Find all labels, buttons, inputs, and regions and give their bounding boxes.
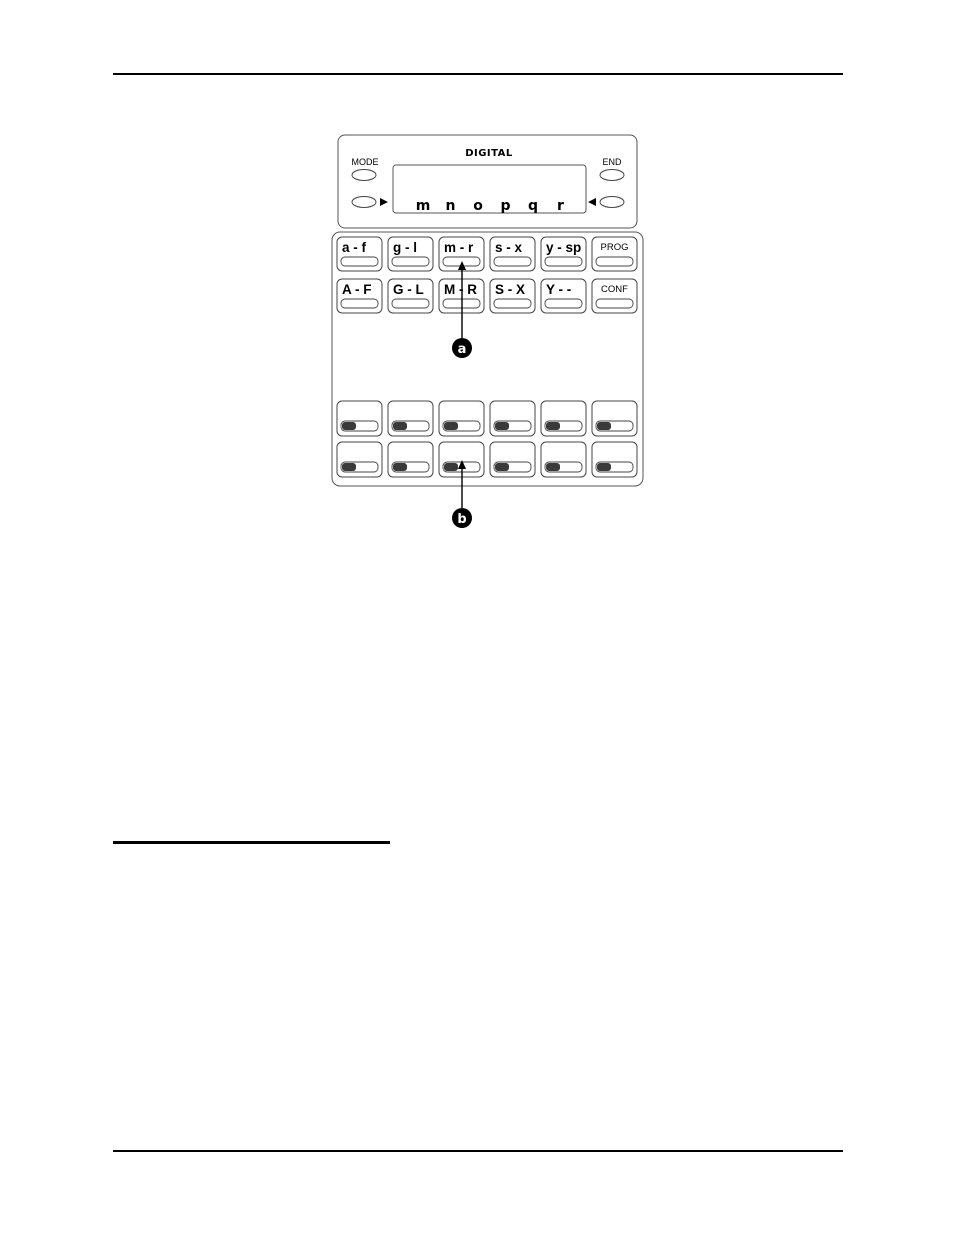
lamp-key[interactable] <box>591 400 638 437</box>
dial-key[interactable]: CONF <box>591 278 638 314</box>
key-label: G - L <box>393 282 424 297</box>
dial-key[interactable]: a - f <box>336 236 383 272</box>
lcd-char: m <box>416 198 431 214</box>
key-label: y - sp <box>546 240 581 255</box>
key-slot <box>544 256 583 267</box>
dial-key[interactable]: Y - - <box>540 278 587 314</box>
display-panel: DIGITAL MODE END mn o p q r <box>337 134 638 229</box>
dial-key[interactable]: y - sp <box>540 236 587 272</box>
lcd-char: n <box>446 198 456 214</box>
key-slot <box>340 256 379 267</box>
key-label: PROG <box>601 242 629 253</box>
led-indicator <box>597 463 611 471</box>
lamp-key[interactable] <box>489 441 536 478</box>
led-indicator <box>597 422 611 430</box>
key-slot <box>595 256 634 267</box>
dial-key[interactable]: s - x <box>489 236 536 272</box>
lamp-key[interactable] <box>387 441 434 478</box>
dial-key[interactable]: g - l <box>387 236 434 272</box>
keypad: a - f g - l m - r s - x y - sp PROG A - F G - … <box>331 231 644 487</box>
led-indicator <box>546 422 560 430</box>
key-label: m - r <box>444 240 474 255</box>
lamp-key[interactable] <box>336 441 383 478</box>
key-label: g - l <box>393 240 417 255</box>
lcd-char: p <box>500 198 510 214</box>
mode-button[interactable] <box>351 169 377 181</box>
left-soft-button[interactable] <box>351 196 377 208</box>
led-indicator <box>393 463 407 471</box>
key-label: Y - - <box>546 282 571 297</box>
key-label: A - F <box>342 282 372 297</box>
lamp-key[interactable] <box>336 400 383 437</box>
lcd-char: q <box>528 198 538 214</box>
key-slot <box>544 298 583 309</box>
lamp-key[interactable] <box>387 400 434 437</box>
dial-key[interactable]: S - X <box>489 278 536 314</box>
brand-label: DIGITAL <box>465 148 513 159</box>
callout-a-letter: a <box>458 342 467 357</box>
led-indicator <box>546 463 560 471</box>
key-slot <box>493 298 532 309</box>
key-slot <box>340 298 379 309</box>
led-indicator <box>342 422 356 430</box>
key-slot <box>595 298 634 309</box>
footer-rule <box>113 1150 843 1152</box>
end-button[interactable] <box>599 169 625 181</box>
key-label: M - R <box>444 282 477 297</box>
key-slot <box>391 256 430 267</box>
lamp-key[interactable] <box>540 400 587 437</box>
led-indicator <box>444 463 458 471</box>
mode-label: MODE <box>352 157 379 167</box>
callout-b-letter: b <box>457 512 466 527</box>
lamp-key[interactable] <box>591 441 638 478</box>
led-indicator <box>342 463 356 471</box>
end-label: END <box>602 157 622 167</box>
right-soft-button[interactable] <box>599 196 625 208</box>
dial-key[interactable]: A - F <box>336 278 383 314</box>
key-label: S - X <box>495 282 525 297</box>
led-indicator <box>495 422 509 430</box>
key-label: a - f <box>342 240 367 255</box>
key-label: s - x <box>495 240 523 255</box>
key-label: CONF <box>601 284 628 295</box>
lamp-key[interactable] <box>540 441 587 478</box>
led-indicator <box>495 463 509 471</box>
lcd-char: r <box>557 198 564 214</box>
lamp-key[interactable] <box>489 400 536 437</box>
lcd-char: o <box>473 198 483 214</box>
dial-key[interactable]: PROG <box>591 236 638 272</box>
key-slot <box>493 256 532 267</box>
section-rule <box>113 841 390 844</box>
phone-keypad-figure: DIGITAL MODE END mn o p q r a - f g - l m - r s… <box>331 134 644 528</box>
led-indicator <box>393 422 407 430</box>
lamp-key[interactable] <box>438 400 485 437</box>
led-indicator <box>444 422 458 430</box>
dial-key[interactable]: G - L <box>387 278 434 314</box>
key-slot <box>391 298 430 309</box>
